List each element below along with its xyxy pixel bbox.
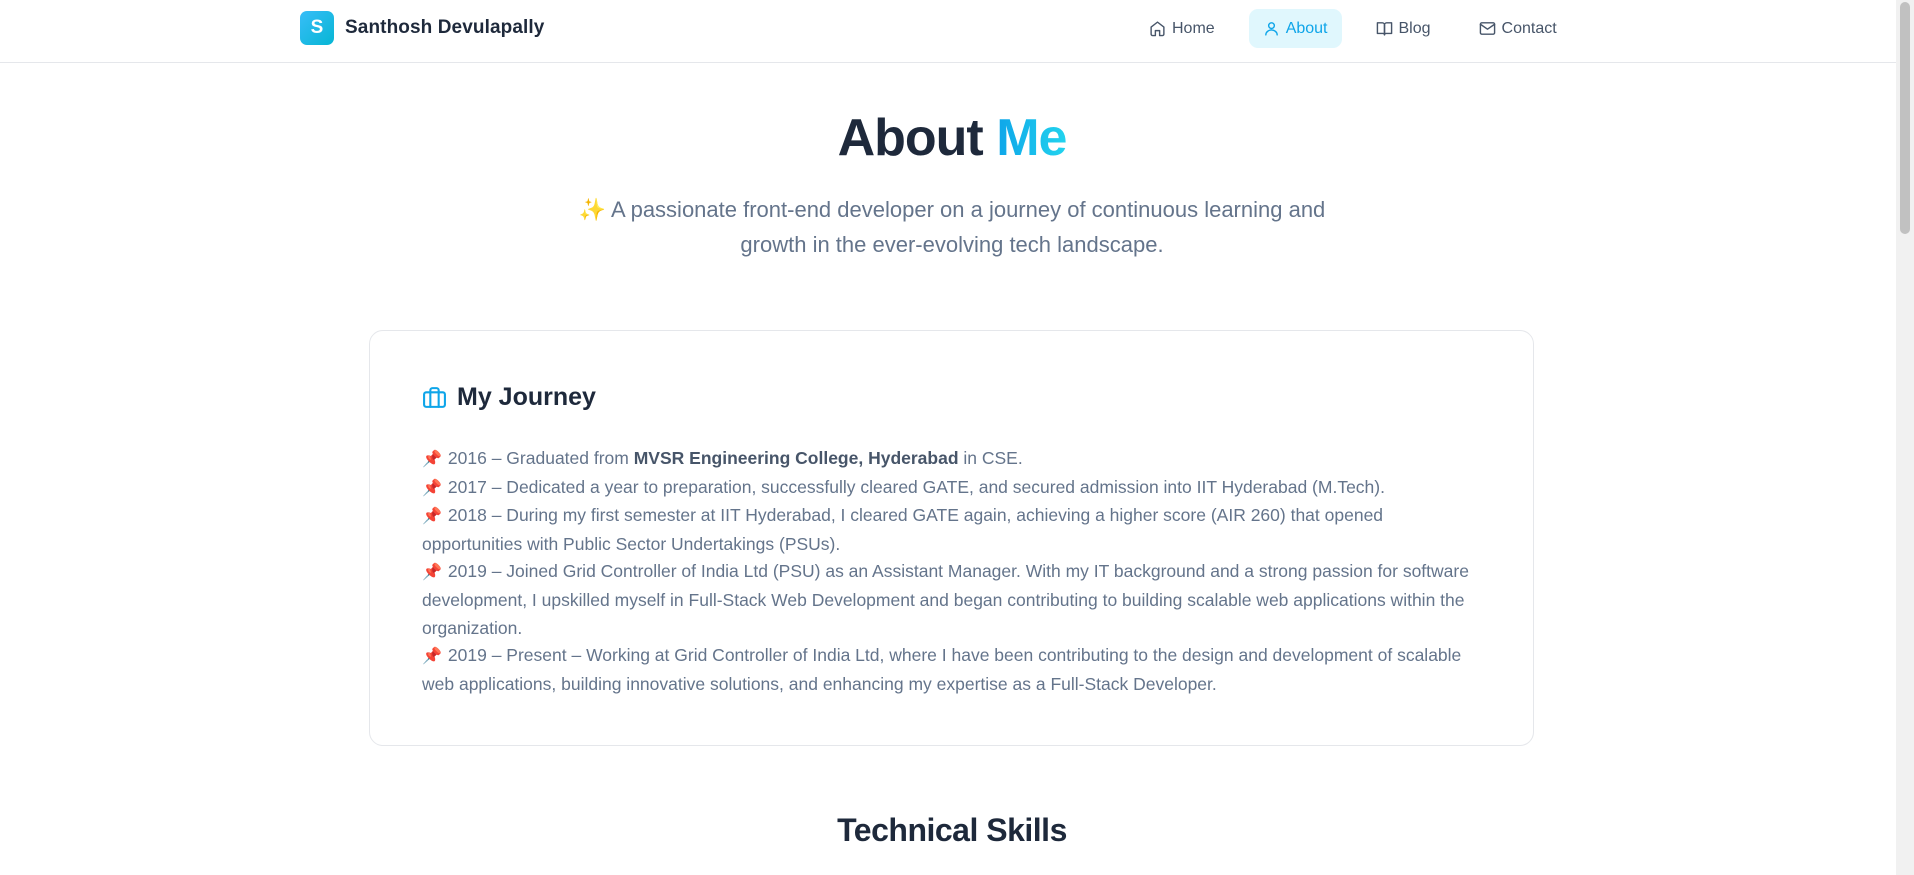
main-nav: Home About Blog Contact xyxy=(1135,9,1591,48)
brand-name: Santhosh Devulapally xyxy=(345,17,545,38)
journey-entry: 📌 2018 – During my first semester at IIT … xyxy=(422,502,1482,558)
nav-item-label: Home xyxy=(1172,19,1215,37)
nav-item-about[interactable]: About xyxy=(1248,9,1342,48)
journey-header: My Journey xyxy=(422,383,596,412)
briefcase-icon xyxy=(423,387,446,408)
journey-list: 📌 2016 – Graduated from MVSR Engineering … xyxy=(422,445,1482,698)
journey-title: My Journey xyxy=(457,383,596,411)
page-title: About Me xyxy=(0,108,1904,168)
pin-icon: 📌 xyxy=(422,648,442,666)
pin-icon: 📌 xyxy=(422,564,442,582)
mail-icon xyxy=(1479,22,1495,35)
page-title-accent: Me xyxy=(996,109,1067,167)
skills-section-title: Technical Skills xyxy=(837,812,1067,848)
journey-entry-text: 2019 – Present – Working at Grid Control… xyxy=(422,645,1462,694)
page: S Santhosh Devulapally Home About Blog C… xyxy=(0,0,1914,875)
brand-link[interactable]: S Santhosh Devulapally xyxy=(300,11,544,45)
journey-entry-text: 2018 – During my first semester at IIT H… xyxy=(422,505,1384,554)
pin-icon: 📌 xyxy=(422,508,442,526)
nav-item-blog[interactable]: Blog xyxy=(1362,9,1445,48)
user-icon xyxy=(1264,22,1278,36)
nav-item-label: About xyxy=(1285,19,1328,37)
page-title-main: About xyxy=(837,109,984,167)
nav-item-home[interactable]: Home xyxy=(1135,9,1229,48)
page-subtitle: ✨ A passionate front-end developer on a … xyxy=(552,192,1352,262)
journey-entry: 📌 2019 – Present – Working at Grid Contro… xyxy=(422,642,1482,698)
journey-entry-text: 2016 – Graduated from xyxy=(447,448,634,468)
pin-icon: 📌 xyxy=(422,451,442,468)
journey-entry: 📌 2017 – Dedicated a year to preparation,… xyxy=(422,474,1482,503)
page-scrollbar[interactable] xyxy=(1896,0,1914,875)
journey-entry-text: 2017 – Dedicated a year to preparation, … xyxy=(447,476,1385,497)
journey-entry: 📌 2016 – Graduated from MVSR Engineering … xyxy=(422,445,1482,474)
brand-logo-icon: S xyxy=(300,11,334,45)
top-navbar: S Santhosh Devulapally Home About Blog C… xyxy=(0,0,1896,63)
college-name: MVSR Engineering College, Hyderabad xyxy=(633,448,959,468)
sparkles-icon: ✨ xyxy=(578,197,607,222)
journey-card: My Journey 📌 2016 – Graduated from MVSR E… xyxy=(369,330,1534,746)
nav-item-contact[interactable]: Contact xyxy=(1465,9,1571,48)
book-icon xyxy=(1376,22,1392,36)
nav-item-label: Blog xyxy=(1398,19,1431,37)
pin-icon: 📌 xyxy=(422,479,442,497)
journey-entry: 📌 2019 – Joined Grid Controller of India … xyxy=(422,558,1482,642)
journey-entry-text: 2019 – Joined Grid Controller of India L… xyxy=(422,561,1469,638)
scrollbar-thumb[interactable] xyxy=(1900,2,1910,234)
journey-entry-text: in CSE. xyxy=(958,448,1023,468)
home-icon xyxy=(1150,21,1165,37)
page-subtitle-text: A passionate front-end developer on a jo… xyxy=(611,197,1326,257)
nav-item-label: Contact xyxy=(1501,19,1557,37)
